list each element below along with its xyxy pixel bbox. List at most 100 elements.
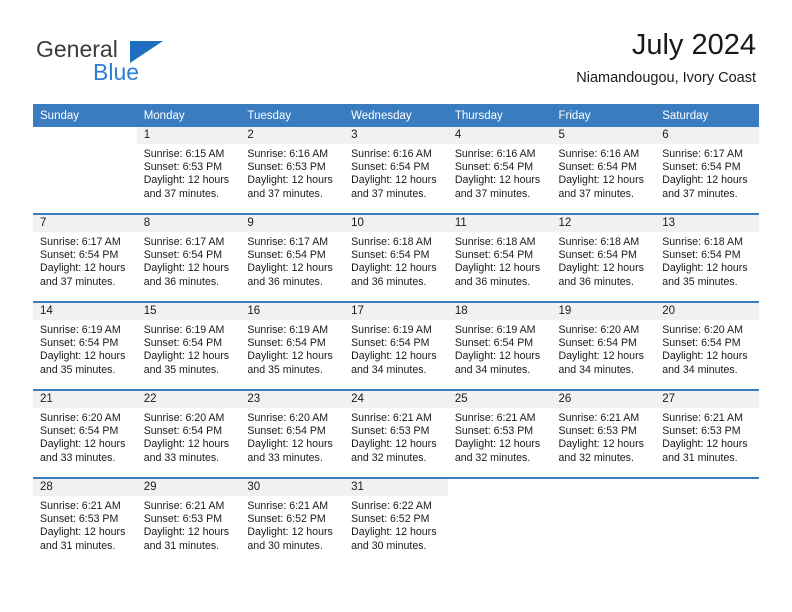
- day-number: [447, 479, 552, 496]
- calendar-cell[interactable]: 10 Sunrise: 6:18 AM Sunset: 6:54 PM Dayl…: [344, 213, 448, 302]
- daylight-text-line1: Daylight: 12 hours: [247, 262, 333, 275]
- calendar-cell[interactable]: 12 Sunrise: 6:18 AM Sunset: 6:54 PM Dayl…: [551, 213, 656, 302]
- day-cell: 26 Sunrise: 6:21 AM Sunset: 6:53 PM Dayl…: [551, 391, 656, 477]
- calendar-cell[interactable]: 18 Sunrise: 6:19 AM Sunset: 6:54 PM Dayl…: [447, 301, 552, 390]
- sunrise-text: Sunrise: 6:20 AM: [40, 412, 121, 424]
- day-number: 18: [447, 303, 552, 320]
- calendar-week-row: 14 Sunrise: 6:19 AM Sunset: 6:54 PM Dayl…: [33, 301, 759, 390]
- calendar-cell[interactable]: [551, 477, 656, 565]
- calendar-cell[interactable]: 5 Sunrise: 6:16 AM Sunset: 6:54 PM Dayli…: [551, 127, 656, 214]
- calendar-week-row: 21 Sunrise: 6:20 AM Sunset: 6:54 PM Dayl…: [33, 389, 759, 478]
- sunset-text: Sunset: 6:54 PM: [351, 249, 430, 262]
- calendar-cell[interactable]: 16 Sunrise: 6:19 AM Sunset: 6:54 PM Dayl…: [240, 301, 345, 390]
- daylight-text-line2: and 34 minutes.: [351, 363, 427, 376]
- weekday-header-saturday: Saturday: [655, 104, 759, 127]
- calendar-cell[interactable]: 28 Sunrise: 6:21 AM Sunset: 6:53 PM Dayl…: [33, 477, 137, 565]
- calendar-cell[interactable]: 1 Sunrise: 6:15 AM Sunset: 6:53 PM Dayli…: [136, 127, 241, 214]
- day-cell: 21 Sunrise: 6:20 AM Sunset: 6:54 PM Dayl…: [33, 391, 137, 477]
- day-number: 16: [240, 303, 345, 320]
- sunrise-text: Sunrise: 6:19 AM: [247, 324, 329, 336]
- calendar-cell[interactable]: 30 Sunrise: 6:21 AM Sunset: 6:52 PM Dayl…: [240, 477, 345, 565]
- day-number: 12: [551, 215, 656, 232]
- day-details: Sunrise: 6:16 AM Sunset: 6:54 PM Dayligh…: [344, 144, 448, 201]
- sunset-text: Sunset: 6:54 PM: [454, 161, 534, 174]
- calendar-cell[interactable]: 20 Sunrise: 6:20 AM Sunset: 6:54 PM Dayl…: [655, 301, 759, 390]
- calendar-cell[interactable]: 13 Sunrise: 6:18 AM Sunset: 6:54 PM Dayl…: [655, 213, 759, 302]
- day-number: 5: [551, 127, 656, 144]
- calendar-cell[interactable]: 6 Sunrise: 6:17 AM Sunset: 6:54 PM Dayli…: [655, 127, 759, 214]
- day-cell: 19 Sunrise: 6:20 AM Sunset: 6:54 PM Dayl…: [551, 303, 656, 389]
- sunrise-text: Sunrise: 6:18 AM: [558, 236, 640, 248]
- day-number: 10: [344, 215, 448, 232]
- sunrise-text: Sunrise: 6:17 AM: [662, 148, 743, 160]
- day-cell: 23 Sunrise: 6:20 AM Sunset: 6:54 PM Dayl…: [240, 391, 345, 477]
- day-cell-empty: [551, 479, 656, 565]
- weekday-header-tuesday: Tuesday: [240, 104, 345, 127]
- calendar-cell[interactable]: 8 Sunrise: 6:17 AM Sunset: 6:54 PM Dayli…: [136, 213, 241, 302]
- day-number: 28: [33, 479, 137, 496]
- day-details: Sunrise: 6:17 AM Sunset: 6:54 PM Dayligh…: [33, 232, 137, 289]
- day-details: Sunrise: 6:17 AM Sunset: 6:54 PM Dayligh…: [137, 232, 241, 289]
- calendar-cell[interactable]: [655, 477, 759, 565]
- daylight-text-line1: Daylight: 12 hours: [40, 438, 126, 451]
- day-details: Sunrise: 6:21 AM Sunset: 6:53 PM Dayligh…: [33, 496, 137, 553]
- day-cell: 5 Sunrise: 6:16 AM Sunset: 6:54 PM Dayli…: [551, 127, 656, 213]
- calendar-cell[interactable]: [33, 127, 137, 214]
- calendar-cell[interactable]: 25 Sunrise: 6:21 AM Sunset: 6:53 PM Dayl…: [447, 389, 552, 478]
- weekday-header-sunday: Sunday: [33, 104, 137, 127]
- day-number: 27: [655, 391, 759, 408]
- day-details: Sunrise: 6:21 AM Sunset: 6:53 PM Dayligh…: [552, 408, 656, 465]
- day-number: 8: [136, 215, 241, 232]
- calendar-cell[interactable]: [447, 477, 552, 565]
- sunset-text: Sunset: 6:54 PM: [351, 161, 430, 174]
- day-cell: 12 Sunrise: 6:18 AM Sunset: 6:54 PM Dayl…: [551, 215, 656, 301]
- calendar-cell[interactable]: 9 Sunrise: 6:17 AM Sunset: 6:54 PM Dayli…: [240, 213, 345, 302]
- calendar-cell[interactable]: 27 Sunrise: 6:21 AM Sunset: 6:53 PM Dayl…: [655, 389, 759, 478]
- calendar-cell[interactable]: 26 Sunrise: 6:21 AM Sunset: 6:53 PM Dayl…: [551, 389, 656, 478]
- sunrise-text: Sunrise: 6:20 AM: [662, 324, 743, 336]
- sunset-text: Sunset: 6:54 PM: [558, 249, 637, 262]
- sunrise-text: Sunrise: 6:17 AM: [40, 236, 121, 248]
- day-cell: 13 Sunrise: 6:18 AM Sunset: 6:54 PM Dayl…: [655, 215, 759, 301]
- calendar-cell[interactable]: 24 Sunrise: 6:21 AM Sunset: 6:53 PM Dayl…: [344, 389, 448, 478]
- daylight-text-line2: and 31 minutes.: [662, 451, 738, 464]
- calendar-cell[interactable]: 21 Sunrise: 6:20 AM Sunset: 6:54 PM Dayl…: [33, 389, 137, 478]
- weekday-header-thursday: Thursday: [447, 104, 552, 127]
- day-cell: 14 Sunrise: 6:19 AM Sunset: 6:54 PM Dayl…: [33, 303, 137, 389]
- day-number: 17: [344, 303, 448, 320]
- calendar-cell[interactable]: 7 Sunrise: 6:17 AM Sunset: 6:54 PM Dayli…: [33, 213, 137, 302]
- day-details: Sunrise: 6:18 AM Sunset: 6:54 PM Dayligh…: [344, 232, 448, 289]
- day-number: [655, 479, 759, 496]
- calendar-cell[interactable]: 14 Sunrise: 6:19 AM Sunset: 6:54 PM Dayl…: [33, 301, 137, 390]
- daylight-text-line2: and 31 minutes.: [40, 539, 116, 552]
- calendar-cell[interactable]: 11 Sunrise: 6:18 AM Sunset: 6:54 PM Dayl…: [447, 213, 552, 302]
- calendar-week-row: 7 Sunrise: 6:17 AM Sunset: 6:54 PM Dayli…: [33, 213, 759, 302]
- calendar-cell[interactable]: 15 Sunrise: 6:19 AM Sunset: 6:54 PM Dayl…: [136, 301, 241, 390]
- sunset-text: Sunset: 6:53 PM: [351, 425, 430, 438]
- daylight-text-line1: Daylight: 12 hours: [454, 438, 541, 451]
- calendar-cell[interactable]: 19 Sunrise: 6:20 AM Sunset: 6:54 PM Dayl…: [551, 301, 656, 390]
- day-number: 1: [136, 127, 241, 144]
- calendar-cell[interactable]: 31 Sunrise: 6:22 AM Sunset: 6:52 PM Dayl…: [344, 477, 448, 565]
- daylight-text-line2: and 37 minutes.: [40, 275, 116, 288]
- calendar-cell[interactable]: 3 Sunrise: 6:16 AM Sunset: 6:54 PM Dayli…: [344, 127, 448, 214]
- daylight-text-line1: Daylight: 12 hours: [558, 438, 644, 451]
- calendar-cell[interactable]: 4 Sunrise: 6:16 AM Sunset: 6:54 PM Dayli…: [447, 127, 552, 214]
- calendar-cell[interactable]: 22 Sunrise: 6:20 AM Sunset: 6:54 PM Dayl…: [136, 389, 241, 478]
- calendar-cell[interactable]: 17 Sunrise: 6:19 AM Sunset: 6:54 PM Dayl…: [344, 301, 448, 390]
- sunset-text: Sunset: 6:54 PM: [558, 161, 637, 174]
- sunset-text: Sunset: 6:53 PM: [454, 425, 534, 438]
- calendar-cell[interactable]: 29 Sunrise: 6:21 AM Sunset: 6:53 PM Dayl…: [136, 477, 241, 565]
- calendar-cell[interactable]: 23 Sunrise: 6:20 AM Sunset: 6:54 PM Dayl…: [240, 389, 345, 478]
- day-number: 20: [655, 303, 759, 320]
- general-blue-logo[interactable]: General Blue: [36, 36, 216, 85]
- calendar-cell[interactable]: 2 Sunrise: 6:16 AM Sunset: 6:53 PM Dayli…: [240, 127, 345, 214]
- daylight-text-line1: Daylight: 12 hours: [40, 350, 126, 363]
- sunrise-text: Sunrise: 6:16 AM: [351, 148, 432, 160]
- calendar-page: General Blue July 2024 Niamandougou, Ivo…: [0, 0, 792, 612]
- sunset-text: Sunset: 6:53 PM: [40, 513, 119, 526]
- sunrise-text: Sunrise: 6:21 AM: [351, 412, 432, 424]
- day-details: Sunrise: 6:17 AM Sunset: 6:54 PM Dayligh…: [655, 144, 759, 201]
- day-details: Sunrise: 6:20 AM Sunset: 6:54 PM Dayligh…: [240, 408, 344, 465]
- weekday-header-wednesday: Wednesday: [344, 104, 448, 127]
